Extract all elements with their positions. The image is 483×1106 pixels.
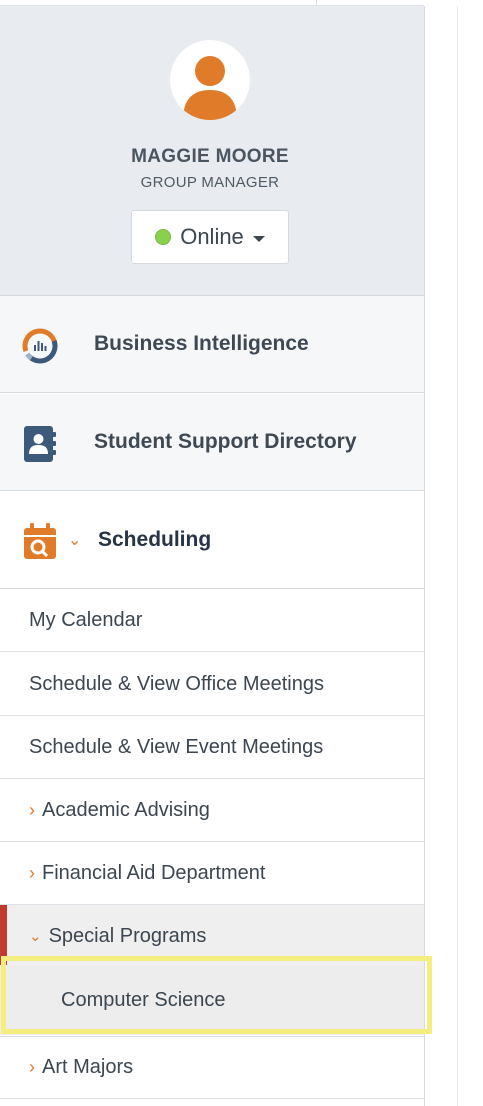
chevron-right-icon: › (29, 1057, 35, 1077)
sub-item-academic-advising[interactable]: › Academic Advising (0, 779, 424, 842)
sub-item-art-majors[interactable]: › Art Majors (0, 1036, 424, 1099)
caret-down-icon (252, 235, 265, 242)
sub-item-label: Special Programs (48, 924, 207, 947)
sub-item-financial-aid[interactable]: › Financial Aid Department (0, 842, 424, 905)
status-label: Online (180, 224, 244, 249)
sub-item-office-meetings[interactable]: Schedule & View Office Meetings (0, 653, 424, 716)
nav-label-scheduling: Scheduling (98, 528, 212, 551)
profile-panel: MAGGIE MOORE GROUP MANAGER Online (0, 6, 424, 296)
active-indicator (0, 905, 7, 967)
contact-book-icon (20, 424, 60, 464)
sub-item-my-calendar[interactable]: My Calendar (0, 589, 424, 652)
sub-item-label: My Calendar (29, 608, 143, 631)
chevron-down-icon[interactable]: ⌄ (68, 530, 81, 550)
sub-item-label: Schedule & View Office Meetings (29, 672, 324, 695)
user-avatar-icon[interactable] (170, 40, 250, 120)
chevron-right-icon: › (29, 799, 35, 820)
nav-item-scheduling[interactable]: ⌄ Scheduling (0, 492, 424, 589)
user-name: MAGGIE MOORE (131, 146, 289, 167)
status-dropdown-button[interactable]: Online (131, 210, 289, 264)
user-role: GROUP MANAGER (140, 174, 280, 191)
sub-item-label: Schedule & View Event Meetings (29, 735, 324, 758)
sub-item-label: Academic Advising (42, 798, 210, 821)
nav-item-business-intelligence[interactable]: Business Intelligence (0, 296, 424, 393)
sidebar: MAGGIE MOORE GROUP MANAGER Online Busine… (0, 6, 425, 1106)
sub-item-label: Computer Science (61, 988, 226, 1011)
sub-item-event-meetings[interactable]: Schedule & View Event Meetings (0, 716, 424, 779)
sub-item-label: Art Majors (42, 1056, 134, 1078)
nav-label-business-intelligence: Business Intelligence (94, 332, 309, 355)
sub-item-computer-science[interactable]: Computer Science (0, 965, 424, 1035)
chevron-right-icon: › (29, 862, 35, 883)
chevron-down-icon: ⌄ (29, 928, 42, 945)
analytics-donut-icon (20, 326, 60, 366)
content-divider (457, 6, 458, 1106)
nav-item-student-support-directory[interactable]: Student Support Directory (0, 394, 424, 491)
sub-item-special-programs[interactable]: ⌄ Special Programs (0, 905, 424, 968)
sub-item-label: Financial Aid Department (42, 861, 266, 884)
online-status-dot (155, 229, 172, 245)
calendar-search-icon (20, 522, 60, 562)
nav-label-student-support-directory: Student Support Directory (94, 430, 357, 453)
